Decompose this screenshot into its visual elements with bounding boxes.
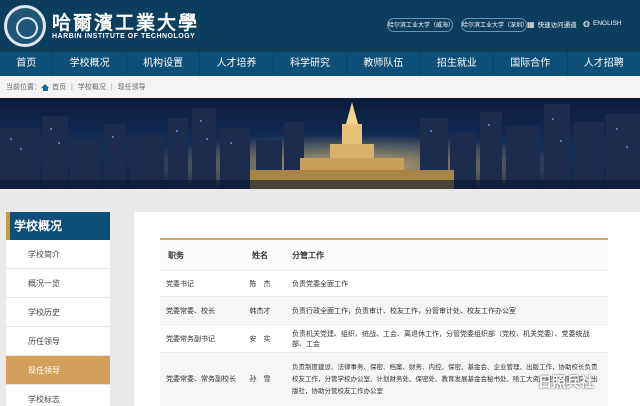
table-row: 党委书记 陈 杰 负责党委全面工作 (160, 270, 608, 296)
logo-english-name[interactable]: HARBIN INSTITUTE OF TECHNOLOGY (52, 33, 195, 40)
watermark-text: 日照兵社 (538, 374, 594, 390)
cell-title: 党委常务副书记 (166, 335, 215, 343)
breadcrumb-overview[interactable]: 学校概况 (78, 82, 106, 92)
campus-links: 哈尔滨工业大学（威海） 哈尔滨工业大学（深圳） (387, 18, 528, 32)
cell-duty: 负责党委全面工作 (292, 280, 348, 288)
main-nav: 首页 学校概况 机构设置 人才培养 科学研究 教师队伍 招生就业 国际合作 人才… (0, 52, 640, 76)
sidebar-item-overview[interactable]: 概况一览 (6, 269, 110, 298)
sidebar: 学校概况 学校简介 概况一览 学校历史 历任领导 现任领导 学校标志 (6, 212, 110, 406)
quick-access-label: 快速访问通道 (537, 22, 577, 29)
home-icon (41, 83, 49, 91)
cell-duty: 负责机关党建、组织、统战、工会、离退休工作，分管党委组织部（党校、机关党委）、党… (292, 330, 590, 348)
quick-access-link[interactable]: ▦ 快速访问通道 (527, 19, 577, 30)
english-label: ENGLISH (592, 20, 622, 27)
logo-chinese-name[interactable]: 哈爾濱工業大學 (52, 8, 199, 35)
nav-faculty[interactable]: 教师队伍 (347, 52, 421, 76)
nav-international[interactable]: 国际合作 (494, 52, 568, 76)
campus-skyline-image (0, 98, 640, 189)
nav-overview[interactable]: 学校概况 (53, 52, 127, 76)
breadcrumb-separator: | (110, 83, 113, 91)
nav-departments[interactable]: 机构设置 (127, 52, 201, 76)
sidebar-item-history[interactable]: 学校历史 (6, 298, 110, 327)
table-header: 职务 姓名 分管工作 (160, 240, 608, 270)
sidebar-item-former-leaders[interactable]: 历任领导 (6, 327, 110, 356)
university-emblem-icon[interactable] (4, 5, 46, 47)
breadcrumb: 当前位置： 首页 | 学校概况 | 现任领导 (0, 76, 640, 98)
nav-admissions[interactable]: 招生就业 (421, 52, 495, 76)
grid-icon: ▦ (527, 19, 535, 29)
cell-name: 安 实 (249, 335, 271, 343)
sidebar-title: 学校概况 (6, 212, 110, 240)
cell-name: 孙 雪 (249, 375, 271, 383)
sidebar-item-current-leaders[interactable]: 现任领导 (6, 356, 110, 385)
table-row: 党委常务副书记 安 实 负责机关党建、组织、统战、工会、离退休工作，分管党委组织… (160, 324, 608, 352)
cell-title: 党委书记 (166, 280, 194, 288)
cell-duty: 负责行政全面工作，负责审计、校友工作，分管审计处、校友工作办公室 (292, 307, 516, 315)
breadcrumb-label: 当前位置： (6, 84, 41, 91)
breadcrumb-home[interactable]: 首页 (52, 82, 66, 92)
cell-title: 党委常委、校长 (166, 307, 215, 315)
header-duty: 分管工作 (292, 250, 324, 260)
cell-name: 韩杰才 (249, 307, 271, 315)
table-row: 党委常委、校长 韩杰才 负责行政全面工作，负责审计、校友工作，分管审计处、校友工… (160, 296, 608, 324)
nav-recruitment[interactable]: 人才招聘 (568, 52, 640, 76)
site-header: 哈爾濱工業大學 HARBIN INSTITUTE OF TECHNOLOGY 哈… (0, 0, 640, 52)
nav-education[interactable]: 人才培养 (200, 52, 274, 76)
header-title: 职务 (168, 250, 184, 260)
cell-title: 党委常委、常务副校长 (166, 375, 236, 383)
breadcrumb-separator: | (71, 83, 73, 91)
breadcrumb-current: 现任领导 (117, 84, 146, 91)
header-name: 姓名 (252, 250, 268, 260)
sidebar-item-intro[interactable]: 学校简介 (6, 240, 110, 269)
weihai-campus-link[interactable]: 哈尔滨工业大学（威海） (387, 18, 454, 32)
nav-home[interactable]: 首页 (0, 52, 54, 76)
nav-research[interactable]: 科学研究 (274, 52, 348, 76)
globe-icon: ◍ (583, 19, 590, 28)
campus-night-banner (0, 98, 640, 189)
shenzhen-campus-link[interactable]: 哈尔滨工业大学（深圳） (461, 18, 528, 32)
sidebar-item-emblem[interactable]: 学校标志 (6, 385, 110, 406)
cell-name: 陈 杰 (249, 280, 271, 288)
english-link[interactable]: ◍ ENGLISH (583, 19, 622, 28)
